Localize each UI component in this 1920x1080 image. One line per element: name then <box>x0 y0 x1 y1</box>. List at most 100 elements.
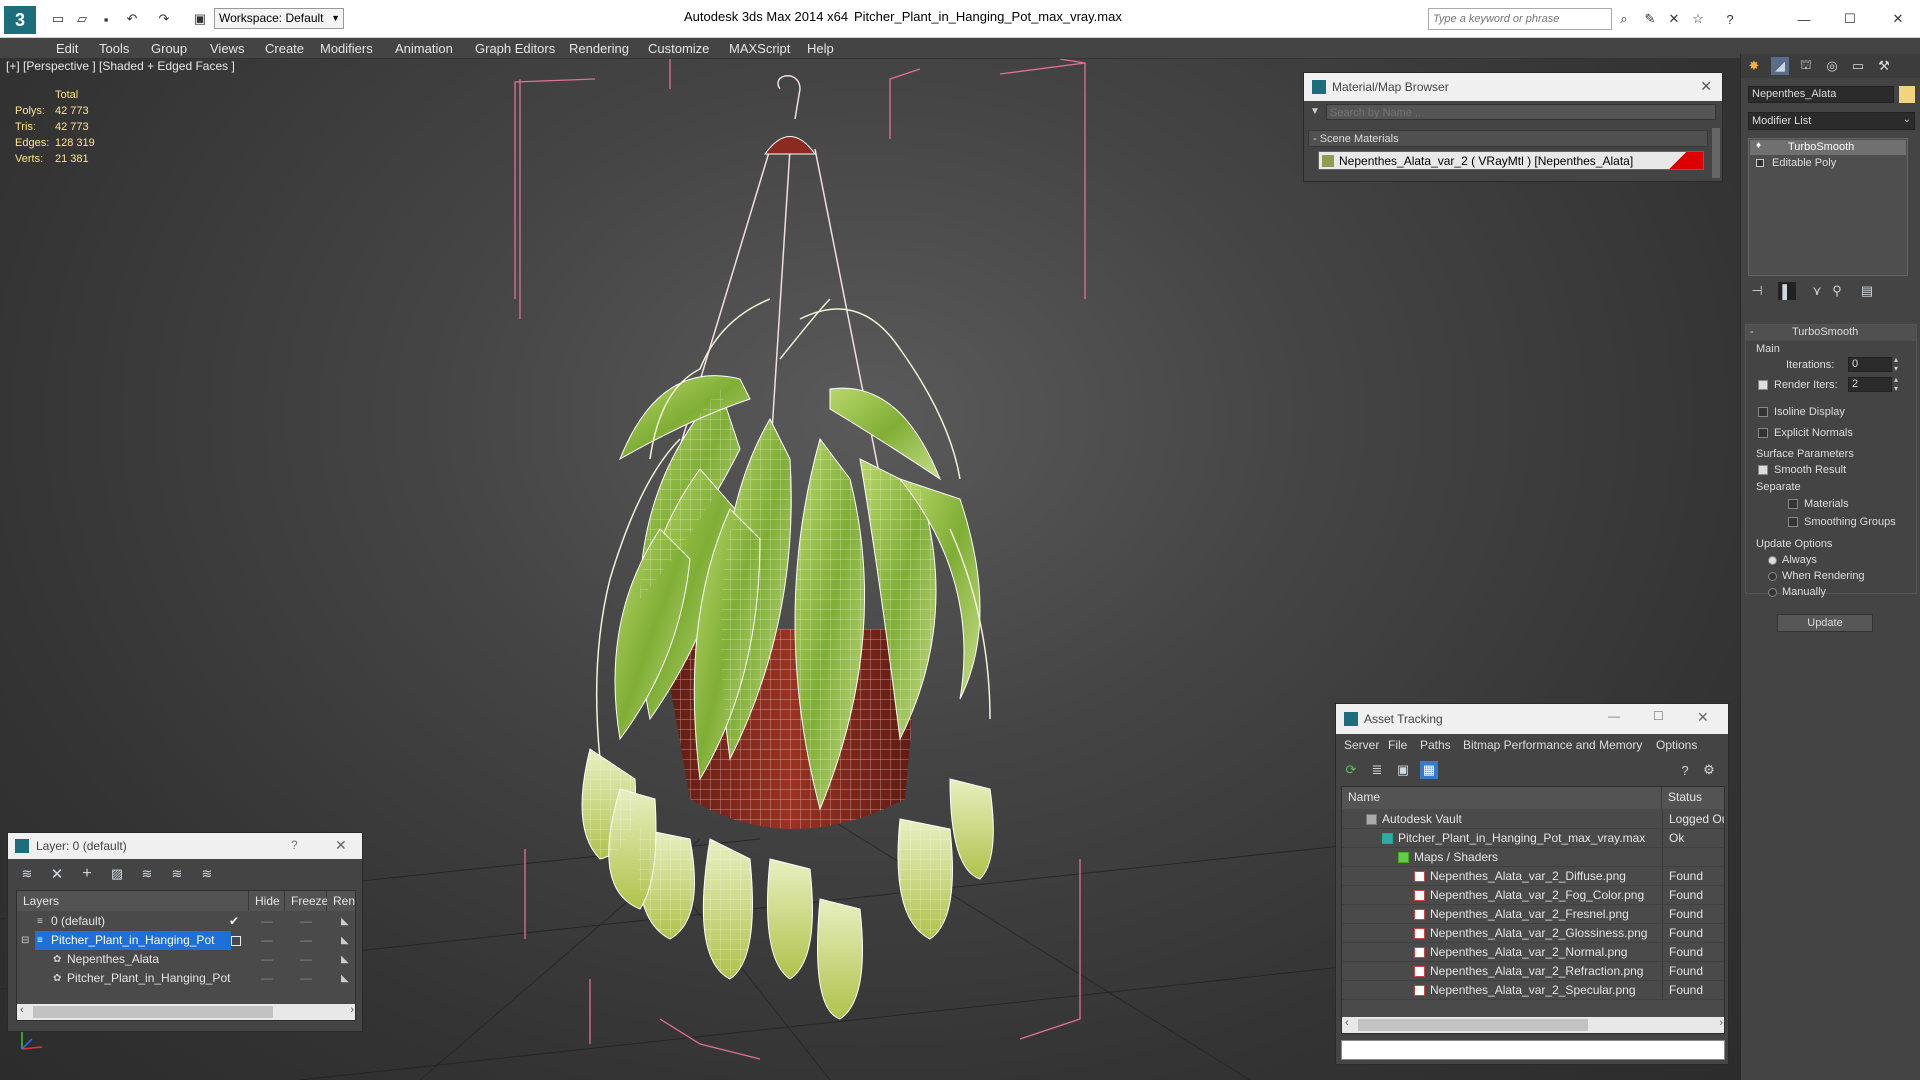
object-row-nepenthes[interactable]: ✿ Nepenthes_Alata — — ◣ <box>17 950 355 969</box>
scroll-right-icon[interactable]: › <box>1719 1017 1723 1029</box>
settings-icon[interactable]: ⚙ <box>1700 761 1718 779</box>
asset-row[interactable]: Nepenthes_Alata_var_2_Refraction.png Foun… <box>1342 962 1724 981</box>
binoculars-icon[interactable]: ⌕ <box>1614 9 1634 29</box>
always-radio[interactable] <box>1768 556 1777 565</box>
asset-row[interactable]: Nepenthes_Alata_var_2_Normal.png Found <box>1342 943 1724 962</box>
stack-item-editable-poly[interactable]: Editable Poly <box>1750 156 1906 171</box>
maximize-icon[interactable]: ☐ <box>1840 9 1860 29</box>
hide-all-icon[interactable]: ≋ <box>168 865 186 883</box>
hierarchy-tab-icon[interactable]: ⛫ <box>1797 57 1815 75</box>
asset-tracking-titlebar[interactable]: Asset Tracking — ☐ ✕ <box>1336 704 1728 734</box>
utilities-tab-icon[interactable]: ⚒ <box>1875 57 1893 75</box>
motion-tab-icon[interactable]: ◎ <box>1823 57 1841 75</box>
remove-modifier-icon[interactable]: ⚲ <box>1828 282 1846 300</box>
scroll-right-icon[interactable]: › <box>350 1004 354 1016</box>
pin-stack-icon[interactable]: ⊣ <box>1748 282 1766 300</box>
show-end-result-icon[interactable]: ▌ <box>1778 282 1796 300</box>
help-icon[interactable]: ? <box>1720 9 1740 29</box>
select-objects-icon[interactable]: ▨ <box>108 865 126 883</box>
smoothing-groups-checkbox[interactable] <box>1788 517 1798 527</box>
asset-path-field[interactable] <box>1341 1040 1725 1060</box>
material-search-field[interactable] <box>1327 106 1715 120</box>
freeze-all-icon[interactable]: ≋ <box>198 865 216 883</box>
menu-graph-editors[interactable]: Graph Editors <box>472 38 558 59</box>
close-icon[interactable]: ✕ <box>1888 9 1908 29</box>
add-to-layer-icon[interactable]: + <box>78 865 96 883</box>
spinner-arrows-icon[interactable]: ▴ ▾ <box>1894 355 1898 373</box>
smooth-result-checkbox[interactable] <box>1758 465 1768 475</box>
search-field[interactable] <box>1429 9 1611 29</box>
render-toggle-icon[interactable]: ◣ <box>341 912 349 931</box>
close-icon[interactable]: ✕ <box>335 837 347 854</box>
asset-menu-bitmap[interactable]: Bitmap Performance and Memory <box>1463 738 1642 752</box>
help-icon[interactable]: ? <box>291 838 298 852</box>
hide-toggle[interactable]: — <box>261 950 273 969</box>
configure-sets-icon[interactable]: ▤ <box>1858 282 1876 300</box>
col-freeze-header[interactable]: Freeze <box>285 891 328 911</box>
object-row-pitcher-plant[interactable]: ✿ Pitcher_Plant_in_Hanging_Pot — — ◣ <box>17 969 355 988</box>
menu-rendering[interactable]: Rendering <box>566 38 632 59</box>
asset-row[interactable]: Nepenthes_Alata_var_2_Fresnel.png Found <box>1342 905 1724 924</box>
bulb-icon[interactable]: ♦ <box>1756 140 1761 151</box>
scroll-left-icon[interactable]: ‹ <box>1345 1017 1349 1029</box>
delete-layer-icon[interactable]: ✕ <box>48 865 66 883</box>
scrollbar[interactable] <box>1712 128 1720 178</box>
scroll-thumb[interactable] <box>1358 1019 1588 1031</box>
menu-animation[interactable]: Animation <box>392 38 456 59</box>
modify-tab-icon[interactable]: ◢ <box>1771 57 1789 75</box>
layer-row-default[interactable]: ≡ 0 (default) ✔ — — ◣ <box>17 912 355 931</box>
hide-toggle[interactable]: — <box>261 931 273 950</box>
material-browser-titlebar[interactable]: Material/Map Browser ✕ <box>1304 73 1722 101</box>
freeze-toggle[interactable]: — <box>300 950 312 969</box>
highlight-layer-icon[interactable]: ≋ <box>138 865 156 883</box>
materials-checkbox[interactable] <box>1788 499 1798 509</box>
maximize-icon[interactable]: ☐ <box>1653 709 1664 723</box>
asset-menu-paths[interactable]: Paths <box>1420 738 1451 752</box>
menu-edit[interactable]: Edit <box>53 38 81 59</box>
asset-menu-options[interactable]: Options <box>1656 738 1697 752</box>
col-status-header[interactable]: Status <box>1662 787 1724 809</box>
save-file-icon[interactable]: ▪ <box>96 9 116 29</box>
app-logo-icon[interactable]: 3 <box>4 6 36 34</box>
render-iters-checkbox[interactable] <box>1758 380 1768 390</box>
stack-item-turbosmooth[interactable]: ♦ TurboSmooth <box>1750 140 1906 155</box>
render-toggle-icon[interactable]: ◣ <box>341 969 349 988</box>
layer-row-pitcher-plant[interactable]: ⊟ ≡ Pitcher_Plant_in_Hanging_Pot — — ◣ <box>17 931 355 950</box>
material-search-input[interactable] <box>1326 104 1716 120</box>
asset-menu-server[interactable]: Server <box>1344 738 1379 752</box>
menu-views[interactable]: Views <box>207 38 247 59</box>
layer-titlebar[interactable]: Layer: 0 (default) ? ✕ <box>8 833 362 859</box>
asset-row[interactable]: Nepenthes_Alata_var_2_Diffuse.png Found <box>1342 867 1724 886</box>
menu-maxscript[interactable]: MAXScript <box>726 38 793 59</box>
when-rendering-radio[interactable] <box>1768 572 1777 581</box>
tools-icon[interactable]: ✕ <box>1664 9 1684 29</box>
col-render-header[interactable]: Rende <box>327 891 355 911</box>
asset-row[interactable]: Nepenthes_Alata_var_2_Specular.png Found <box>1342 981 1724 1000</box>
scene-materials-header[interactable]: - Scene Materials <box>1308 130 1708 147</box>
rollout-header[interactable]: - TurboSmooth <box>1746 325 1916 341</box>
freeze-toggle[interactable]: — <box>300 912 312 931</box>
help-icon[interactable]: ? <box>1676 761 1694 779</box>
spinner-arrows-icon[interactable]: ▴ ▾ <box>1894 375 1898 393</box>
scroll-left-icon[interactable]: ‹ <box>20 1004 24 1016</box>
new-layer-icon[interactable]: ≋ <box>18 865 36 883</box>
col-layers-header[interactable]: Layers <box>17 891 249 911</box>
menu-customize[interactable]: Customize <box>645 38 712 59</box>
asset-row[interactable]: Autodesk Vault Logged Ou <box>1342 810 1724 829</box>
open-file-icon[interactable]: ▱ <box>72 9 92 29</box>
asset-row[interactable]: Nepenthes_Alata_var_2_Glossiness.png Foun… <box>1342 924 1724 943</box>
minimize-icon[interactable]: — <box>1608 709 1620 723</box>
manually-radio[interactable] <box>1768 588 1777 597</box>
update-button[interactable]: Update <box>1777 614 1873 632</box>
isoline-display-checkbox[interactable] <box>1758 407 1768 417</box>
redo-icon[interactable]: ↷ <box>154 9 174 29</box>
undo-icon[interactable]: ↶ <box>122 9 142 29</box>
render-iters-spinner[interactable]: 2 <box>1848 377 1892 392</box>
menu-group[interactable]: Group <box>148 38 190 59</box>
asset-row[interactable]: Nepenthes_Alata_var_2_Fog_Color.png Found <box>1342 886 1724 905</box>
minimize-icon[interactable]: — <box>1794 9 1814 29</box>
make-unique-icon[interactable]: ⋎ <box>1808 282 1826 300</box>
collapse-icon[interactable]: ⊟ <box>21 931 29 950</box>
scroll-thumb[interactable] <box>33 1006 273 1018</box>
close-icon[interactable]: ✕ <box>1700 78 1712 95</box>
